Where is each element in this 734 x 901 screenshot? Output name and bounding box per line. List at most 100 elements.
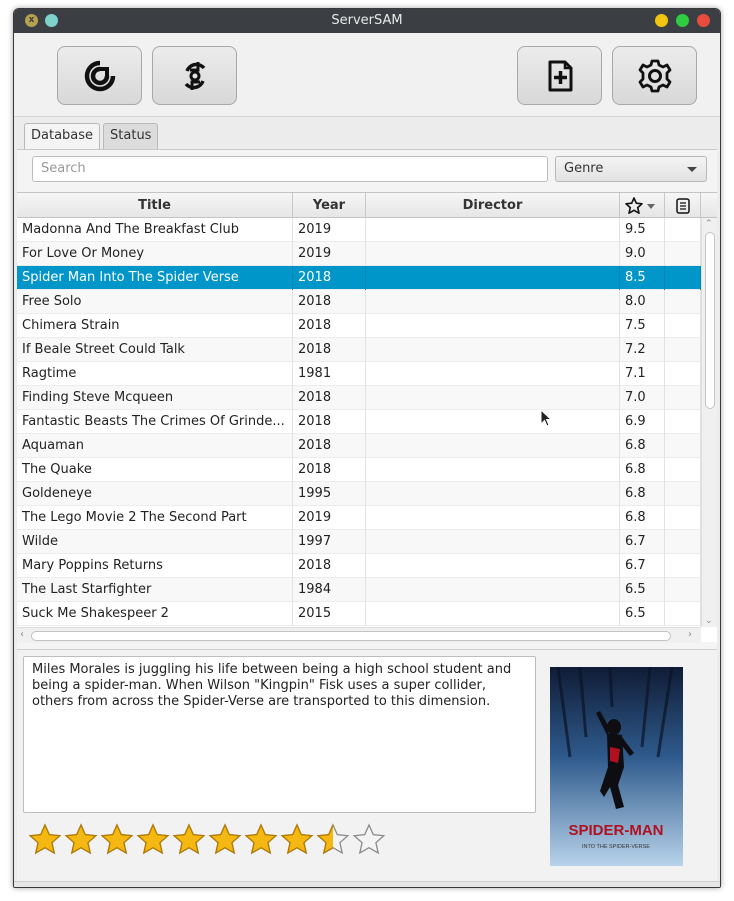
vertical-scroll-thumb[interactable] — [705, 232, 715, 409]
table-row[interactable]: Wilde 1997 6.7 — [17, 530, 701, 554]
table-row[interactable]: The Last Starfighter 1984 6.5 — [17, 578, 701, 602]
cell-director — [366, 530, 620, 554]
sync-icon — [184, 61, 205, 90]
cell-title: Ragtime — [17, 362, 293, 386]
table-row[interactable]: Madonna And The Breakfast Club 2019 9.5 — [17, 218, 701, 242]
star-full-icon[interactable] — [243, 822, 279, 858]
cell-director — [366, 602, 620, 626]
cell-year: 2018 — [293, 554, 366, 578]
window-minimize-button[interactable] — [655, 14, 668, 27]
settings-button[interactable] — [612, 46, 697, 105]
cell-extra — [665, 530, 701, 554]
cell-rating: 6.5 — [620, 602, 665, 626]
horizontal-scroll-thumb[interactable] — [31, 631, 671, 641]
cell-director — [366, 266, 620, 290]
scroll-up-icon[interactable]: ⌃ — [705, 219, 713, 229]
table-row[interactable]: Mary Poppins Returns 2018 6.7 — [17, 554, 701, 578]
horizontal-scrollbar[interactable]: ‹ › — [17, 627, 701, 643]
cell-director — [366, 554, 620, 578]
cell-director — [366, 242, 620, 266]
cell-year: 2018 — [293, 410, 366, 434]
refresh-icon — [84, 60, 115, 91]
star-full-icon[interactable] — [207, 822, 243, 858]
cell-extra — [665, 458, 701, 482]
table-row[interactable]: Suck Me Shakespeer 2 2015 6.5 — [17, 602, 701, 626]
cell-rating: 6.9 — [620, 410, 665, 434]
cell-year: 1995 — [293, 482, 366, 506]
cell-director — [366, 314, 620, 338]
cell-title: Spider Man Into The Spider Verse — [17, 266, 293, 290]
add-item-button[interactable] — [517, 46, 602, 105]
star-full-icon[interactable] — [279, 822, 315, 858]
cell-rating: 7.2 — [620, 338, 665, 362]
vertical-scrollbar[interactable]: ⌃ ⌄ — [701, 218, 717, 627]
tab-database[interactable]: Database — [24, 123, 101, 149]
table-row[interactable]: Spider Man Into The Spider Verse 2018 8.5 — [17, 266, 701, 290]
star-half-icon[interactable] — [315, 822, 351, 858]
scroll-right-icon[interactable]: › — [688, 629, 692, 640]
chevron-down-icon — [687, 167, 697, 172]
scroll-left-icon[interactable]: ‹ — [20, 629, 24, 640]
cell-title: Goldeneye — [17, 482, 293, 506]
poster-title: SPIDER-MAN — [568, 822, 663, 839]
star-full-icon[interactable] — [99, 822, 135, 858]
cell-director — [366, 338, 620, 362]
cell-year: 2018 — [293, 314, 366, 338]
movie-table: Title Year Director Madonna And The Brea… — [17, 192, 717, 643]
window-close-left-button[interactable]: x — [25, 14, 38, 27]
cell-rating: 6.7 — [620, 554, 665, 578]
cell-year: 2018 — [293, 290, 366, 314]
table-row[interactable]: The Quake 2018 6.8 — [17, 458, 701, 482]
cell-title: Mary Poppins Returns — [17, 554, 293, 578]
cell-director — [366, 362, 620, 386]
table-row[interactable]: Finding Steve Mcqueen 2018 7.0 — [17, 386, 701, 410]
tab-status[interactable]: Status — [103, 123, 159, 149]
star-full-icon[interactable] — [135, 822, 171, 858]
cell-title: Finding Steve Mcqueen — [17, 386, 293, 410]
window-close-button[interactable] — [697, 14, 710, 27]
sync-button[interactable] — [152, 46, 237, 105]
table-row[interactable]: Ragtime 1981 7.1 — [17, 362, 701, 386]
star-full-icon[interactable] — [27, 822, 63, 858]
star-full-icon[interactable] — [171, 822, 207, 858]
column-header-rating[interactable] — [620, 193, 665, 218]
rating-stars[interactable] — [27, 822, 387, 858]
description-text[interactable]: Miles Morales is juggling his life betwe… — [23, 656, 536, 813]
table-row[interactable]: If Beale Street Could Talk 2018 7.2 — [17, 338, 701, 362]
column-menu-button[interactable] — [665, 193, 701, 218]
cell-title: Fantastic Beasts The Crimes Of Grinde... — [17, 410, 293, 434]
cell-rating: 6.7 — [620, 530, 665, 554]
table-row[interactable]: Fantastic Beasts The Crimes Of Grinde...… — [17, 410, 701, 434]
star-empty-icon[interactable] — [351, 822, 387, 858]
cell-director — [366, 218, 620, 242]
cell-rating: 7.5 — [620, 314, 665, 338]
cell-rating: 6.8 — [620, 434, 665, 458]
table-row[interactable]: For Love Or Money 2019 9.0 — [17, 242, 701, 266]
cell-extra — [665, 602, 701, 626]
cell-director — [366, 458, 620, 482]
cell-year: 2018 — [293, 338, 366, 362]
search-input[interactable]: Search — [32, 156, 548, 182]
table-row[interactable]: Free Solo 2018 8.0 — [17, 290, 701, 314]
cell-title: Free Solo — [17, 290, 293, 314]
table-row[interactable]: Aquaman 2018 6.8 — [17, 434, 701, 458]
cell-rating: 8.5 — [620, 266, 665, 290]
scroll-down-icon[interactable]: ⌄ — [705, 616, 713, 626]
table-row[interactable]: The Lego Movie 2 The Second Part 2019 6.8 — [17, 506, 701, 530]
cell-extra — [665, 410, 701, 434]
cell-year: 2018 — [293, 266, 366, 290]
column-header-title[interactable]: Title — [17, 193, 293, 218]
cell-director — [366, 386, 620, 410]
refresh-button[interactable] — [57, 46, 142, 105]
table-row[interactable]: Goldeneye 1995 6.8 — [17, 482, 701, 506]
column-menu-icon — [675, 198, 690, 214]
genre-dropdown[interactable]: Genre — [555, 156, 707, 182]
cell-title: Chimera Strain — [17, 314, 293, 338]
table-row[interactable]: Chimera Strain 2018 7.5 — [17, 314, 701, 338]
column-header-director[interactable]: Director — [366, 193, 620, 218]
star-full-icon[interactable] — [63, 822, 99, 858]
window-maximize-button[interactable] — [676, 14, 689, 27]
window-pin-button[interactable] — [45, 14, 58, 27]
column-header-year[interactable]: Year — [293, 193, 366, 218]
status-strip — [14, 881, 720, 887]
